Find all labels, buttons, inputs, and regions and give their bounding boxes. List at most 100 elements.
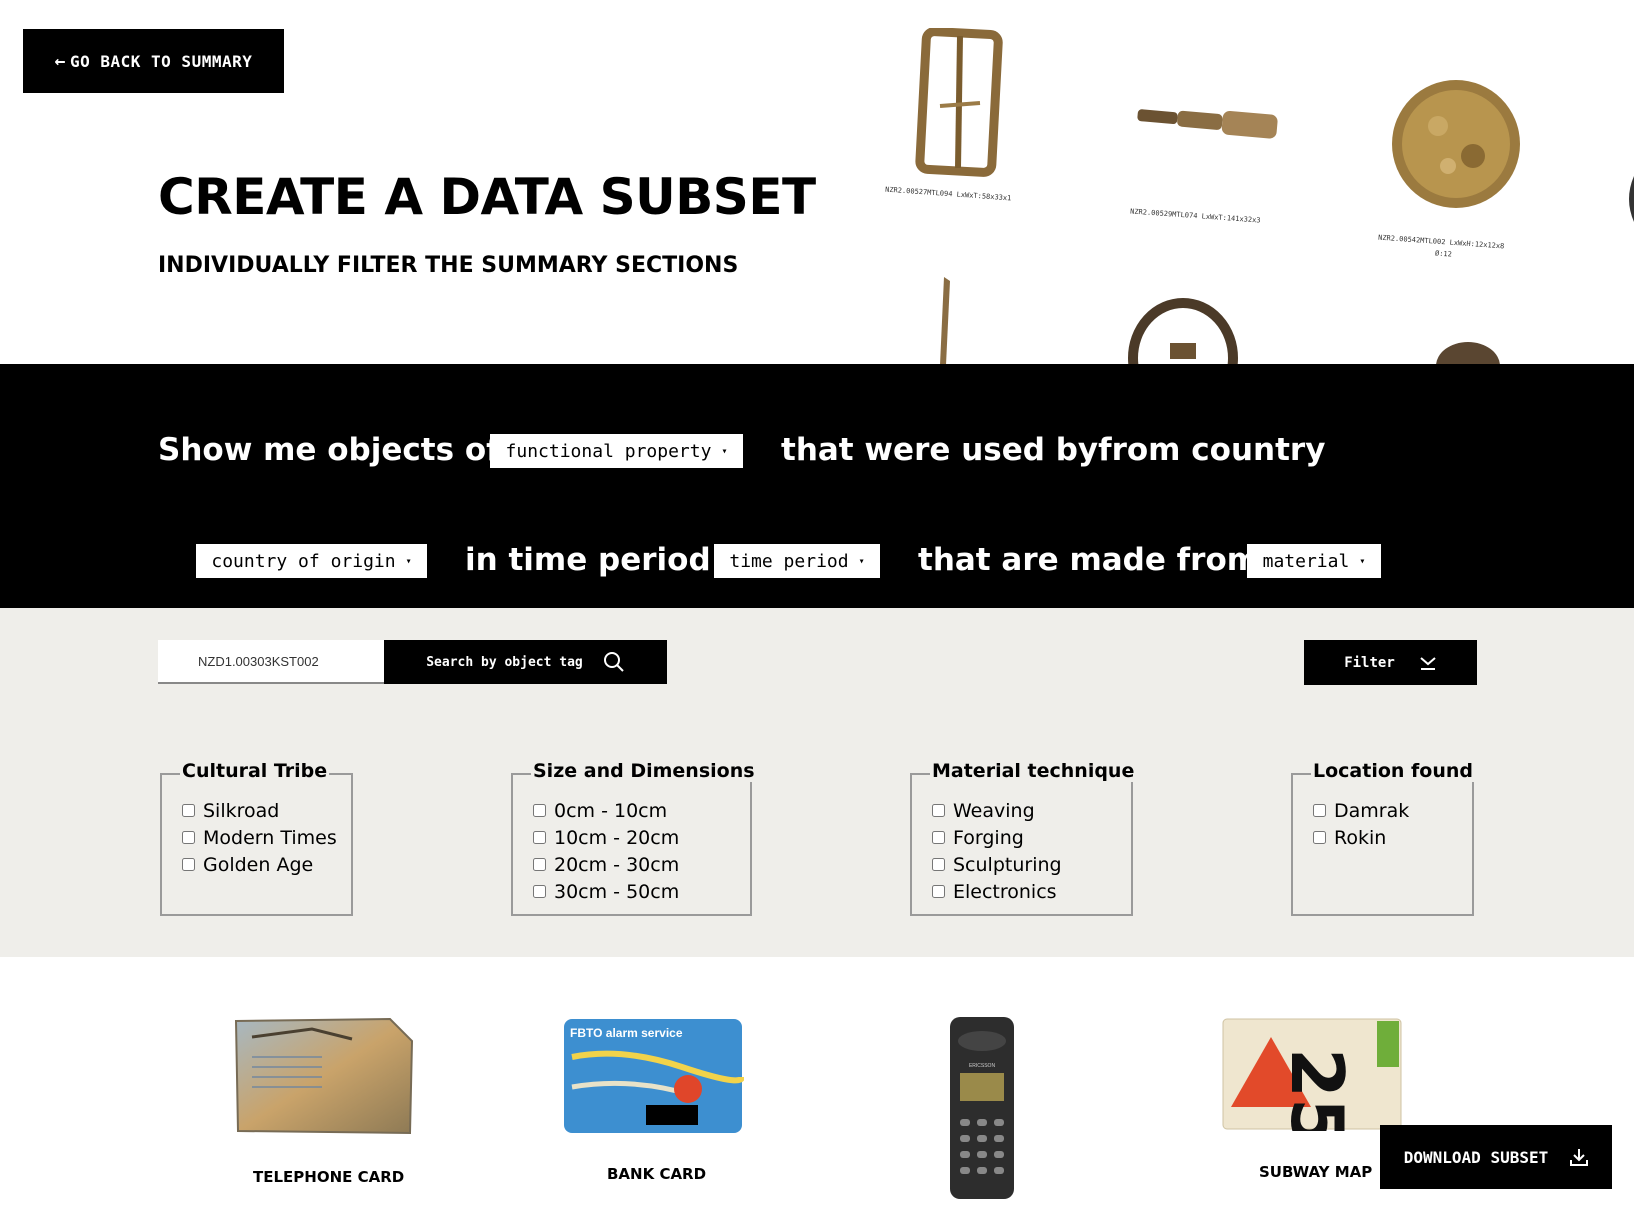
filter-checkbox[interactable]: [533, 804, 546, 817]
result-card-phone[interactable]: ERICSSON: [946, 1015, 1018, 1205]
artifact-caption: NZR2.00542MTL002 LxWxH:12x12x8: [1377, 233, 1505, 251]
result-card-bank[interactable]: FBTO alarm service BANK CARD: [562, 1017, 745, 1183]
result-card-label: BANK CARD: [607, 1165, 707, 1183]
filter-option-label: 0cm - 10cm: [554, 799, 668, 822]
bank-card-brand-text: FBTO alarm service: [570, 1026, 683, 1040]
subway-map-image: 25: [1222, 1018, 1402, 1148]
download-icon: [1570, 1149, 1589, 1166]
arrow-left-icon: ←: [54, 50, 66, 72]
buckle-icon: [915, 28, 1003, 177]
hero-section: ← GO BACK TO SUMMARY CREATE A DATA SUBSE…: [0, 0, 1634, 364]
filter-checkbox[interactable]: [932, 858, 945, 871]
filter-button[interactable]: Filter: [1304, 640, 1477, 685]
chevron-down-icon: ▾: [1359, 555, 1366, 567]
filter-group-location-found: Location found Damrak Rokin: [1291, 760, 1476, 916]
filter-checkbox[interactable]: [182, 831, 195, 844]
select-value: country of origin: [211, 550, 396, 572]
chevron-down-icon: [1420, 656, 1436, 670]
filter-group-title: Location found: [1311, 760, 1476, 782]
filter-group-size-dimensions: Size and Dimensions 0cm - 10cm 10cm - 20…: [511, 760, 757, 916]
object-tag-search-input[interactable]: [158, 640, 384, 684]
result-card-telephone[interactable]: TELEPHONE CARD: [232, 1017, 414, 1186]
page-subtitle: INDIVIDUALLY FILTER THE SUMMARY SECTIONS: [158, 253, 739, 278]
material-select[interactable]: material ▾: [1247, 544, 1381, 578]
filter-option[interactable]: Sculpturing: [932, 851, 1062, 878]
filter-group-material-technique: Material technique Weaving Forging Sculp…: [910, 760, 1137, 916]
result-card-label: TELEPHONE CARD: [253, 1168, 405, 1186]
telephone-card-image: [234, 1017, 414, 1135]
ring-buckle-icon: [1128, 298, 1238, 364]
button-object-icon: [1392, 80, 1520, 208]
phone-brand-text: ERICSSON: [969, 1063, 996, 1069]
cylinder-object-icon: [1137, 109, 1278, 139]
search-by-tag-button[interactable]: Search by object tag: [384, 640, 667, 684]
bank-card-image: FBTO alarm service: [564, 1019, 745, 1133]
functional-property-select[interactable]: functional property ▾: [490, 434, 743, 468]
filter-checkbox[interactable]: [1313, 831, 1326, 844]
filter-option[interactable]: Rokin: [1313, 824, 1409, 851]
sentence-phrase: in time period: [465, 542, 711, 578]
domed-object-icon: [1436, 342, 1500, 364]
artifact-caption-extra: Ø:12: [1434, 249, 1453, 259]
filter-panel: Search by object tag Filter Cultural Tri…: [0, 608, 1634, 957]
select-value: functional property: [505, 440, 712, 462]
filter-option[interactable]: 0cm - 10cm: [533, 797, 679, 824]
filter-option[interactable]: Weaving: [932, 797, 1062, 824]
filter-option-label: 10cm - 20cm: [554, 826, 680, 849]
filter-checkbox[interactable]: [182, 804, 195, 817]
filter-option-label: Forging: [953, 826, 1024, 849]
filter-option-label: Silkroad: [203, 799, 280, 822]
filter-checkbox[interactable]: [932, 885, 945, 898]
filter-option-label: Rokin: [1334, 826, 1387, 849]
filter-checkbox[interactable]: [182, 858, 195, 871]
filter-option[interactable]: 10cm - 20cm: [533, 824, 679, 851]
artifact-caption: NZR2.00527MTL094 LxWxT:58x33x1: [884, 185, 1012, 203]
filter-group-title: Material technique: [930, 760, 1137, 782]
filter-checkbox[interactable]: [533, 831, 546, 844]
filter-option[interactable]: Damrak: [1313, 797, 1409, 824]
filter-option-label: Golden Age: [203, 853, 314, 876]
back-button-label: GO BACK TO SUMMARY: [69, 51, 253, 71]
back-to-summary-button[interactable]: ← GO BACK TO SUMMARY: [23, 29, 284, 93]
filter-checkbox[interactable]: [932, 804, 945, 817]
artifact-caption: NZR2.00529MTL074 LxWxT:141x32x3: [1129, 207, 1261, 225]
chevron-down-icon: ▾: [721, 445, 728, 457]
download-subset-button[interactable]: DOWNLOAD SUBSET: [1380, 1125, 1612, 1189]
search-button-label: Search by object tag: [426, 654, 583, 670]
time-period-select[interactable]: time period ▾: [714, 544, 880, 578]
sentence-phrase: that were used byfrom country: [781, 432, 1326, 468]
query-sentence-band: Show me objects of functional property ▾…: [0, 364, 1634, 608]
filter-option[interactable]: Golden Age: [182, 851, 337, 878]
filter-option[interactable]: 20cm - 30cm: [533, 851, 679, 878]
filter-option-label: 30cm - 50cm: [554, 880, 680, 903]
mobile-phone-image: ERICSSON: [950, 1017, 1014, 1199]
filter-checkbox[interactable]: [533, 858, 546, 871]
chevron-down-icon: ▾: [405, 555, 412, 567]
filter-button-label: Filter: [1344, 654, 1395, 671]
subway-map-number: 25: [1275, 1048, 1359, 1131]
filter-group-title: Size and Dimensions: [531, 760, 757, 782]
select-value: material: [1262, 550, 1350, 572]
filter-option[interactable]: 30cm - 50cm: [533, 878, 679, 905]
filter-option[interactable]: Silkroad: [182, 797, 337, 824]
select-value: time period: [729, 550, 849, 572]
result-card-label: SUBWAY MAP: [1259, 1163, 1373, 1181]
result-card-subway-map[interactable]: 25 SUBWAY MAP: [1221, 1017, 1403, 1181]
filter-checkbox[interactable]: [533, 885, 546, 898]
filter-option-label: Weaving: [953, 799, 1035, 822]
filter-option-label: Sculpturing: [953, 853, 1062, 876]
filter-checkbox[interactable]: [1313, 804, 1326, 817]
page-title: CREATE A DATA SUBSET: [158, 168, 816, 226]
filter-group-cultural-tribe: Cultural Tribe Silkroad Modern Times Gol…: [160, 760, 353, 916]
filter-option-label: Damrak: [1334, 799, 1410, 822]
filter-option[interactable]: Electronics: [932, 878, 1062, 905]
partial-object-icon: [1629, 176, 1634, 222]
filter-option[interactable]: Modern Times: [182, 824, 337, 851]
sentence-phrase: that are made from: [918, 542, 1260, 578]
pin-object-icon: [940, 277, 950, 364]
filter-option[interactable]: Forging: [932, 824, 1062, 851]
chevron-down-icon: ▾: [858, 555, 865, 567]
filter-option-label: Electronics: [953, 880, 1057, 903]
country-of-origin-select[interactable]: country of origin ▾: [196, 544, 427, 578]
filter-checkbox[interactable]: [932, 831, 945, 844]
